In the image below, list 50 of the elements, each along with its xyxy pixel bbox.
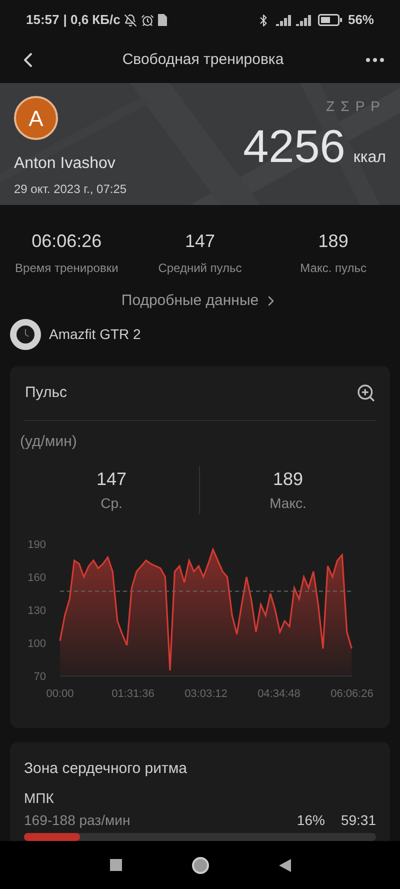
x-tick-label: 00:00 (46, 688, 74, 700)
battery-percent: 56% (348, 11, 374, 30)
y-tick-label: 70 (34, 670, 46, 682)
muted-bell-icon (124, 14, 138, 26)
calories-unit: ккал (353, 148, 386, 168)
zone-range: 169-188 раз/мин (24, 811, 130, 829)
stat-value: 06:06:26 (32, 230, 102, 253)
details-link[interactable]: Подробные данные (121, 290, 279, 312)
more-icon (366, 58, 384, 62)
summary-label: Макс. (270, 494, 306, 512)
summary-value: 189 (272, 468, 304, 490)
x-tick-label: 06:06:26 (330, 688, 374, 700)
stat-value: 147 (184, 230, 216, 253)
x-tick-label: 01:31:36 (112, 688, 154, 700)
watch-icon (10, 318, 41, 350)
page-title: Свободная тренировка (122, 50, 284, 70)
sim-card-icon (158, 14, 168, 26)
card-title: Пульс (25, 382, 68, 402)
recent-apps-button[interactable] (110, 859, 122, 871)
y-tick-label: 190 (28, 538, 46, 550)
y-tick-label: 100 (28, 638, 46, 650)
stat-label: Макс. пульс (300, 260, 366, 277)
device-name: Amazfit GTR 2 (49, 324, 141, 344)
signal-icon (276, 14, 312, 26)
summary-label: Ср. (100, 494, 122, 513)
calories-value: 4256 (243, 123, 346, 169)
user-name: Anton Ivashov (14, 154, 116, 174)
card-title: Зона сердечного ритма (24, 758, 188, 778)
zoom-in-button[interactable] (356, 382, 376, 403)
home-button[interactable] (192, 856, 208, 874)
back-nav-button[interactable] (278, 858, 290, 872)
unit-label: (уд/мин) (20, 432, 78, 452)
x-tick-label: 04:34:48 (258, 688, 300, 700)
zone-name: МПК (24, 789, 55, 808)
network-speed: | 0,6 КБ/с (63, 11, 120, 30)
workout-date: 29 окт. 2023 г., 07:25 (14, 181, 127, 198)
battery-icon (318, 14, 342, 26)
stat-label: Средний пульс (158, 260, 242, 277)
status-time: 15:57 (26, 11, 60, 30)
zone-percent: 16% (296, 811, 325, 829)
x-tick-label: 03:03:12 (184, 688, 228, 700)
stat-label: Время тренировки (15, 260, 118, 277)
y-tick-label: 130 (28, 604, 46, 616)
y-tick-label: 160 (28, 572, 46, 584)
alarm-icon (141, 14, 154, 26)
zone-duration: 59:31 (340, 811, 376, 829)
zoom-in-icon (356, 382, 376, 403)
brand-logo: ZΣPP (326, 97, 386, 116)
stat-value: 189 (318, 230, 348, 253)
summary-value: 147 (96, 468, 127, 490)
